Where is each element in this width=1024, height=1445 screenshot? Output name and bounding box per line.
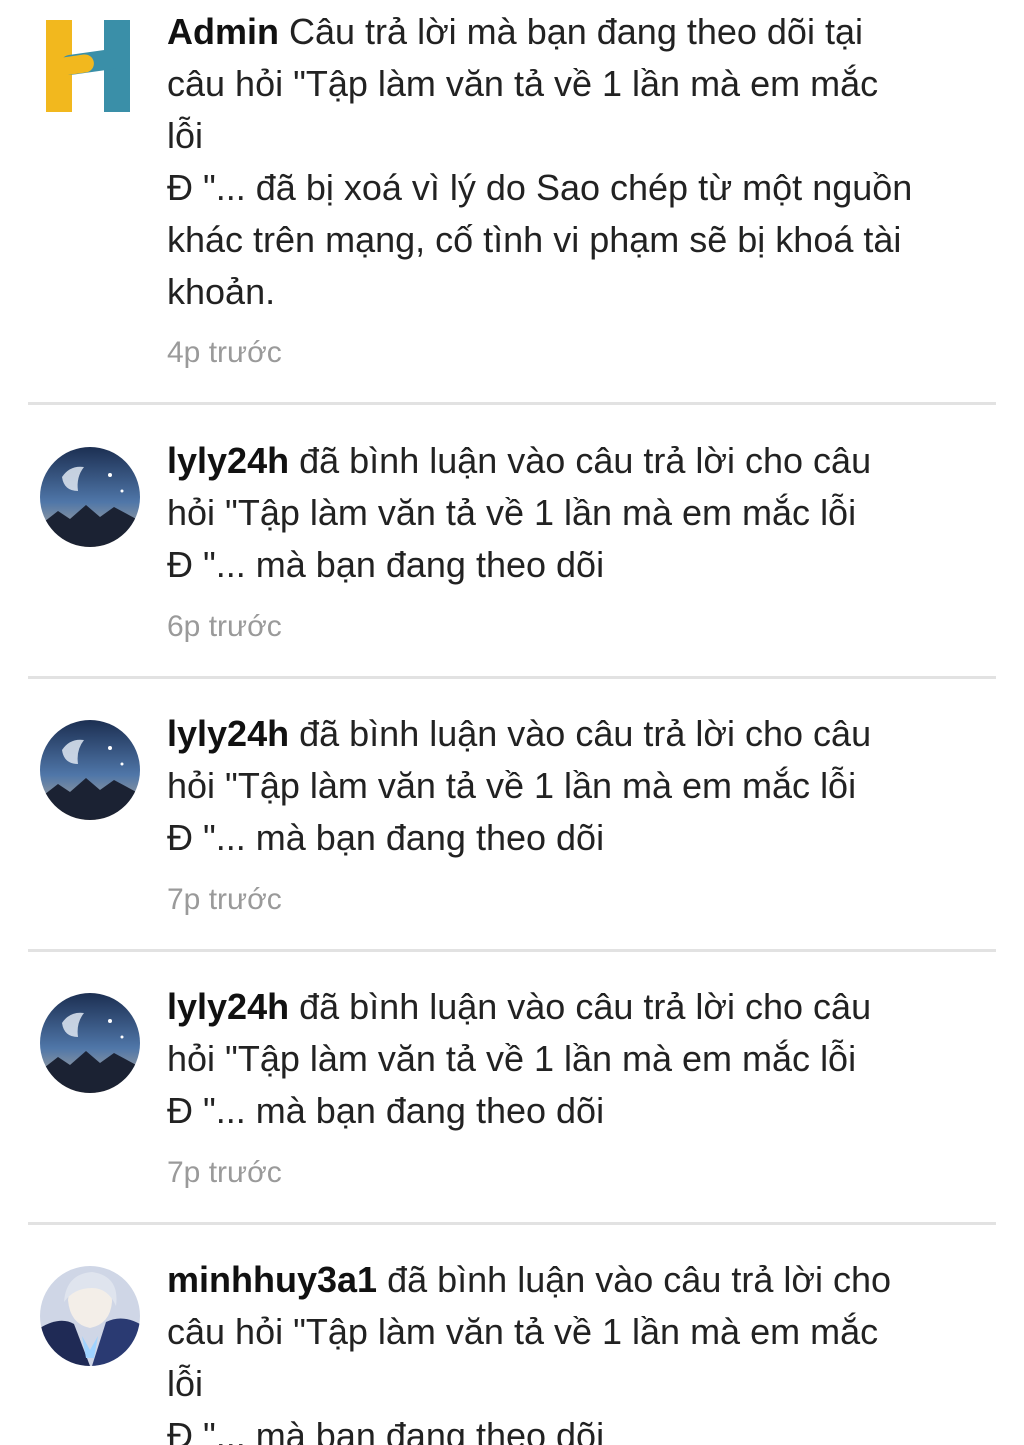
notification-message-line: Đ "... mà bạn đang theo dõi	[167, 1090, 605, 1131]
notification-message-line: Câu trả lời mà bạn đang theo dõi tại	[289, 11, 863, 52]
notification-text: Admin Câu trả lời mà bạn đang theo dõi t…	[167, 6, 997, 318]
notification-text: lyly24h đã bình luận vào câu trả lời cho…	[167, 708, 997, 864]
username[interactable]: minhhuy3a1	[167, 1259, 377, 1300]
username[interactable]: lyly24h	[167, 986, 289, 1027]
notification-message-line: Đ "... mà bạn đang theo dõi	[167, 544, 605, 585]
notification-item[interactable]: lyly24h đã bình luận vào câu trả lời cho…	[0, 951, 1024, 1223]
username[interactable]: lyly24h	[167, 713, 289, 754]
night-sky-avatar[interactable]	[40, 993, 140, 1093]
notification-message-line: đã bình luận vào câu trả lời cho	[387, 1259, 892, 1300]
notification-text: lyly24h đã bình luận vào câu trả lời cho…	[167, 981, 997, 1137]
username[interactable]: Admin	[167, 11, 279, 52]
notification-item[interactable]: Admin Câu trả lời mà bạn đang theo dõi t…	[0, 0, 1024, 405]
night-sky-avatar[interactable]	[40, 447, 140, 547]
notification-time: 4p trước	[167, 336, 282, 369]
notification-message-line: đã bình luận vào câu trả lời cho câu	[299, 986, 872, 1027]
notification-message-line: hỏi "Tập làm văn tả về 1 lần mà em mắc l…	[167, 492, 857, 533]
notification-message-line: khoản.	[167, 271, 276, 312]
notification-message-line: Đ "... mà bạn đang theo dõi	[167, 1415, 605, 1445]
notification-time: 7p trước	[167, 1156, 282, 1189]
notification-item[interactable]: lyly24h đã bình luận vào câu trả lời cho…	[0, 405, 1024, 677]
username[interactable]: lyly24h	[167, 440, 289, 481]
notification-list: Admin Câu trả lời mà bạn đang theo dõi t…	[0, 0, 1024, 1445]
notification-message-line: câu hỏi "Tập làm văn tả về 1 lần mà em m…	[167, 63, 879, 104]
notification-message-line: khác trên mạng, cố tình vi phạm sẽ bị kh…	[167, 219, 902, 260]
notification-item[interactable]: lyly24h đã bình luận vào câu trả lời cho…	[0, 678, 1024, 950]
notification-message-line: đã bình luận vào câu trả lời cho câu	[299, 713, 872, 754]
notification-time: 6p trước	[167, 610, 282, 643]
notification-text: lyly24h đã bình luận vào câu trả lời cho…	[167, 435, 997, 591]
notification-text: minhhuy3a1 đã bình luận vào câu trả lời …	[167, 1254, 997, 1445]
notification-message-line: đã bình luận vào câu trả lời cho câu	[299, 440, 872, 481]
h-logo-icon[interactable]	[46, 16, 132, 114]
notification-message-line: hỏi "Tập làm văn tả về 1 lần mà em mắc l…	[167, 765, 857, 806]
notification-message-line: lỗi	[167, 115, 204, 156]
notification-message-line: câu hỏi "Tập làm văn tả về 1 lần mà em m…	[167, 1311, 879, 1352]
notification-message-line: hỏi "Tập làm văn tả về 1 lần mà em mắc l…	[167, 1038, 857, 1079]
notification-time: 7p trước	[167, 883, 282, 916]
night-sky-avatar[interactable]	[40, 720, 140, 820]
notification-message-line: Đ "... đã bị xoá vì lý do Sao chép từ mộ…	[167, 167, 913, 208]
anime-character-avatar[interactable]	[40, 1266, 140, 1366]
notification-item[interactable]: minhhuy3a1 đã bình luận vào câu trả lời …	[0, 1224, 1024, 1445]
notification-message-line: lỗi	[167, 1363, 204, 1404]
notification-message-line: Đ "... mà bạn đang theo dõi	[167, 817, 605, 858]
